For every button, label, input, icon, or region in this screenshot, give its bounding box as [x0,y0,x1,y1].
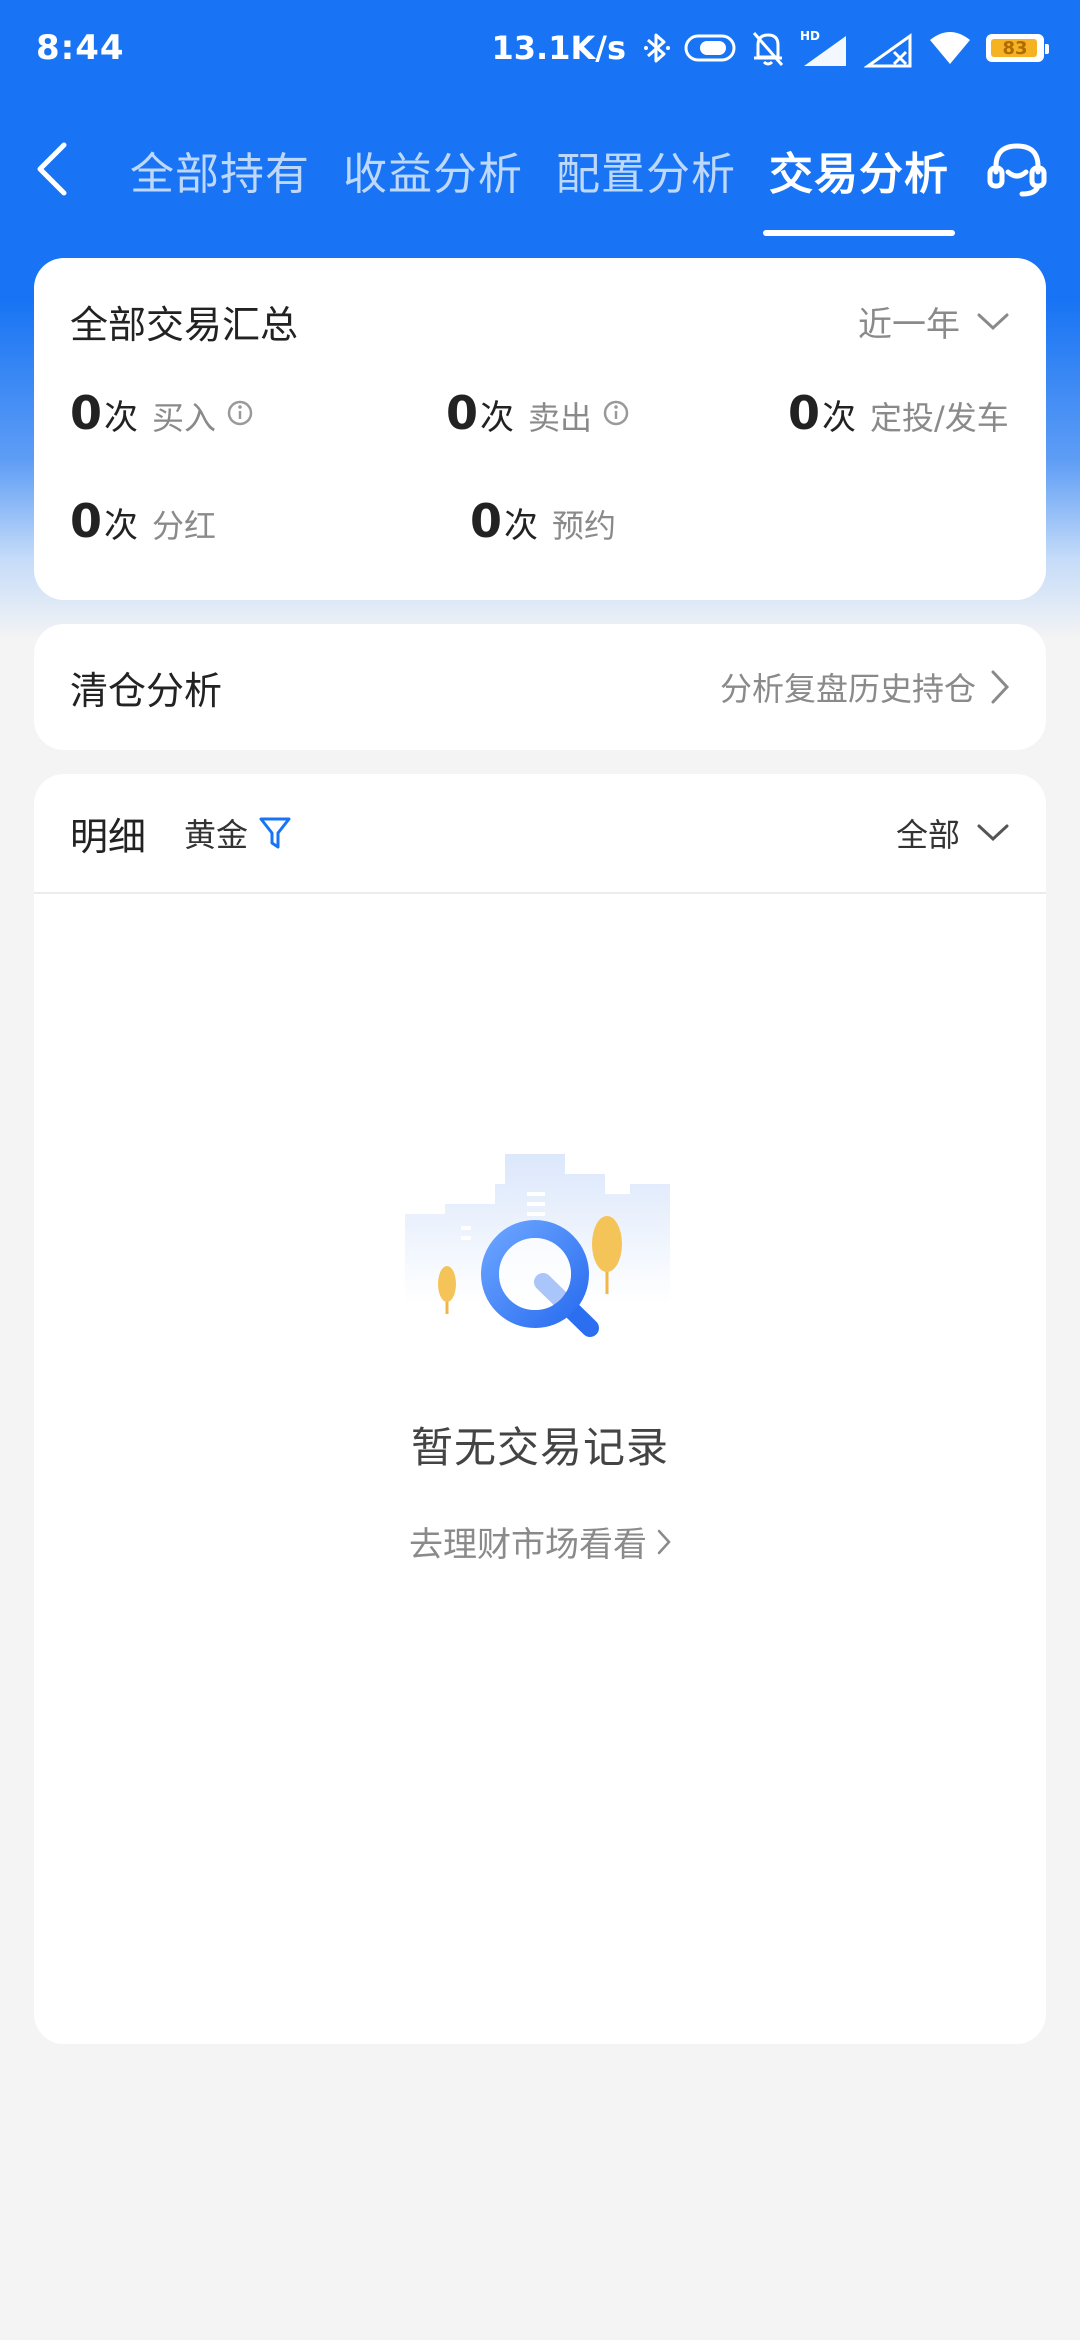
status-bar: 8:44 13.1K/s HD 83 [0,0,1080,96]
filter-icon [259,817,291,849]
signal-icon [864,28,914,68]
type-select[interactable]: 全部 [896,810,1010,856]
clearance-link-text: 分析复盘历史持仓 [719,670,976,708]
type-select-label: 全部 [895,816,960,854]
bluetooth-icon [644,30,670,66]
tab-income-analysis[interactable]: 收益分析 [343,138,523,202]
battery-icon: 83 [986,34,1049,62]
status-icons: 13.1K/s HD 83 [491,28,1049,68]
detail-title: 明细 [70,814,147,859]
status-time: 8:44 [36,28,125,68]
detail-card: 明细 黄金 全部 暂无交易记录 去理财市场看看 [34,774,1046,2044]
stat-dividend-label: 分红 [152,507,217,545]
summary-title: 全部交易汇总 [70,303,299,347]
chevron-down-icon [977,824,1009,842]
headset-icon [987,143,1047,197]
chevron-left-icon [37,142,67,196]
period-label: 近一年 [858,305,960,345]
stat-unit: 次 [504,506,539,546]
detail-header: 明细 黄金 全部 [34,774,1046,894]
chevron-right-icon [991,670,1010,704]
chevron-right-icon [657,1529,671,1554]
clearance-analysis-row[interactable]: 清仓分析 分析复盘历史持仓 [34,624,1046,750]
product-filter[interactable]: 黄金 [184,810,292,856]
clearance-title: 清仓分析 [70,668,223,713]
stat-unit: 次 [822,398,857,438]
info-icon[interactable] [602,399,630,427]
tab-all-holdings[interactable]: 全部持有 [130,138,310,202]
stat-buy-label: 买入 [152,399,217,437]
stat-regular-invest: 0 次 定投/发车 [788,386,1009,440]
network-speed: 13.1K/s [491,29,626,67]
filter-label: 黄金 [184,816,249,854]
stat-unit: 次 [104,398,139,438]
stat-sell-label: 卖出 [528,399,593,437]
stat-reservation-count: 0 [470,494,503,548]
stat-unit: 次 [480,398,515,438]
vibrate-icon [684,32,736,64]
mute-bell-icon [750,29,786,67]
hd-label: HD [800,29,820,43]
tab-allocation-analysis[interactable]: 配置分析 [556,138,736,202]
info-icon[interactable] [226,399,254,427]
wifi-icon [928,30,972,66]
go-to-market-link[interactable]: 去理财市场看看 [409,1517,671,1566]
stat-sell: 0 次 卖出 [446,386,630,440]
stat-reservation-label: 预约 [552,507,617,545]
stat-dividend-count: 0 [70,494,103,548]
stat-reservation: 0 次 预约 [470,494,616,548]
stat-unit: 次 [104,506,139,546]
tab-trade-analysis[interactable]: 交易分析 [763,138,955,236]
back-button[interactable] [34,134,82,204]
top-nav: 全部持有 收益分析 配置分析 交易分析 [0,110,1080,236]
stat-buy-count: 0 [70,386,103,440]
clearance-link[interactable]: 分析复盘历史持仓 [720,664,1010,710]
stat-buy: 0 次 买入 [70,386,254,440]
trade-summary-card: 全部交易汇总 近一年 0 次 买入 0 次 卖出 0 次 定投/发车 0 次 分… [34,258,1046,600]
stat-regular-label: 定投/发车 [870,399,1009,437]
chevron-down-icon [977,313,1009,330]
stat-dividend: 0 次 分红 [70,494,216,548]
period-select[interactable]: 近一年 [858,297,1010,346]
customer-service-button[interactable] [984,136,1050,202]
battery-level: 83 [1002,37,1028,59]
stat-sell-count: 0 [446,386,479,440]
go-to-market-text: 去理财市场看看 [409,1525,647,1565]
empty-state: 暂无交易记录 去理财市场看看 [34,1134,1046,1566]
signal-hd-icon: HD [800,28,850,68]
stat-regular-count: 0 [788,386,821,440]
empty-search-illustration [405,1154,670,1337]
analysis-tabs: 全部持有 收益分析 配置分析 交易分析 [130,110,982,236]
empty-state-text: 暂无交易记录 [410,1423,669,1472]
